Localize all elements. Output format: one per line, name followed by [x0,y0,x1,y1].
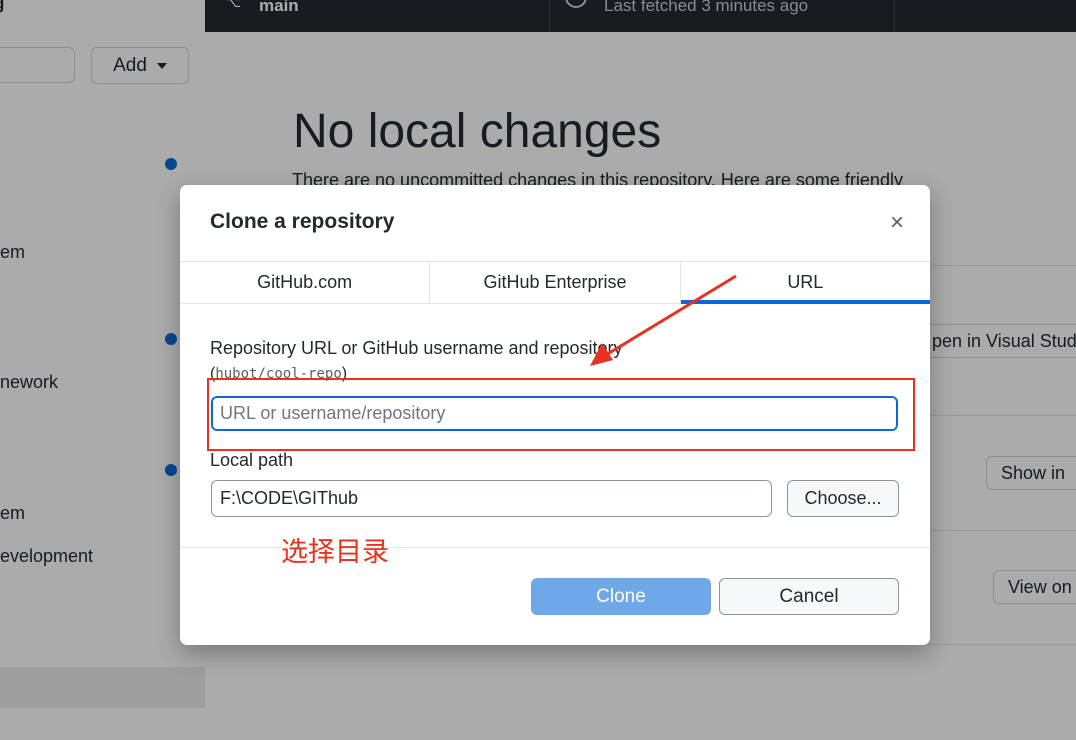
dialog-title: Clone a repository [210,210,395,233]
choose-path-button[interactable]: Choose... [787,480,899,517]
url-field-label: Repository URL or GitHub username and re… [210,338,623,358]
clone-source-tabs: GitHub.com GitHub Enterprise URL [180,261,930,304]
cancel-button[interactable]: Cancel [719,578,899,615]
annotation-label: 选择目录 [281,537,389,568]
tab-url[interactable]: URL [680,262,930,304]
clone-repository-dialog: Clone a repository × GitHub.com GitHub E… [180,185,930,645]
local-path-input[interactable] [211,480,772,517]
tab-label: GitHub Enterprise [483,272,627,292]
tab-label: GitHub.com [257,272,353,292]
local-path-label: Local path [210,450,294,470]
clone-button[interactable]: Clone [531,578,711,615]
close-icon[interactable]: × [890,211,904,235]
tab-github-com[interactable]: GitHub.com [180,262,431,303]
annotation-highlight-box [207,378,915,451]
tab-github-enterprise[interactable]: GitHub Enterprise [430,262,681,303]
tab-label: URL [787,272,824,292]
